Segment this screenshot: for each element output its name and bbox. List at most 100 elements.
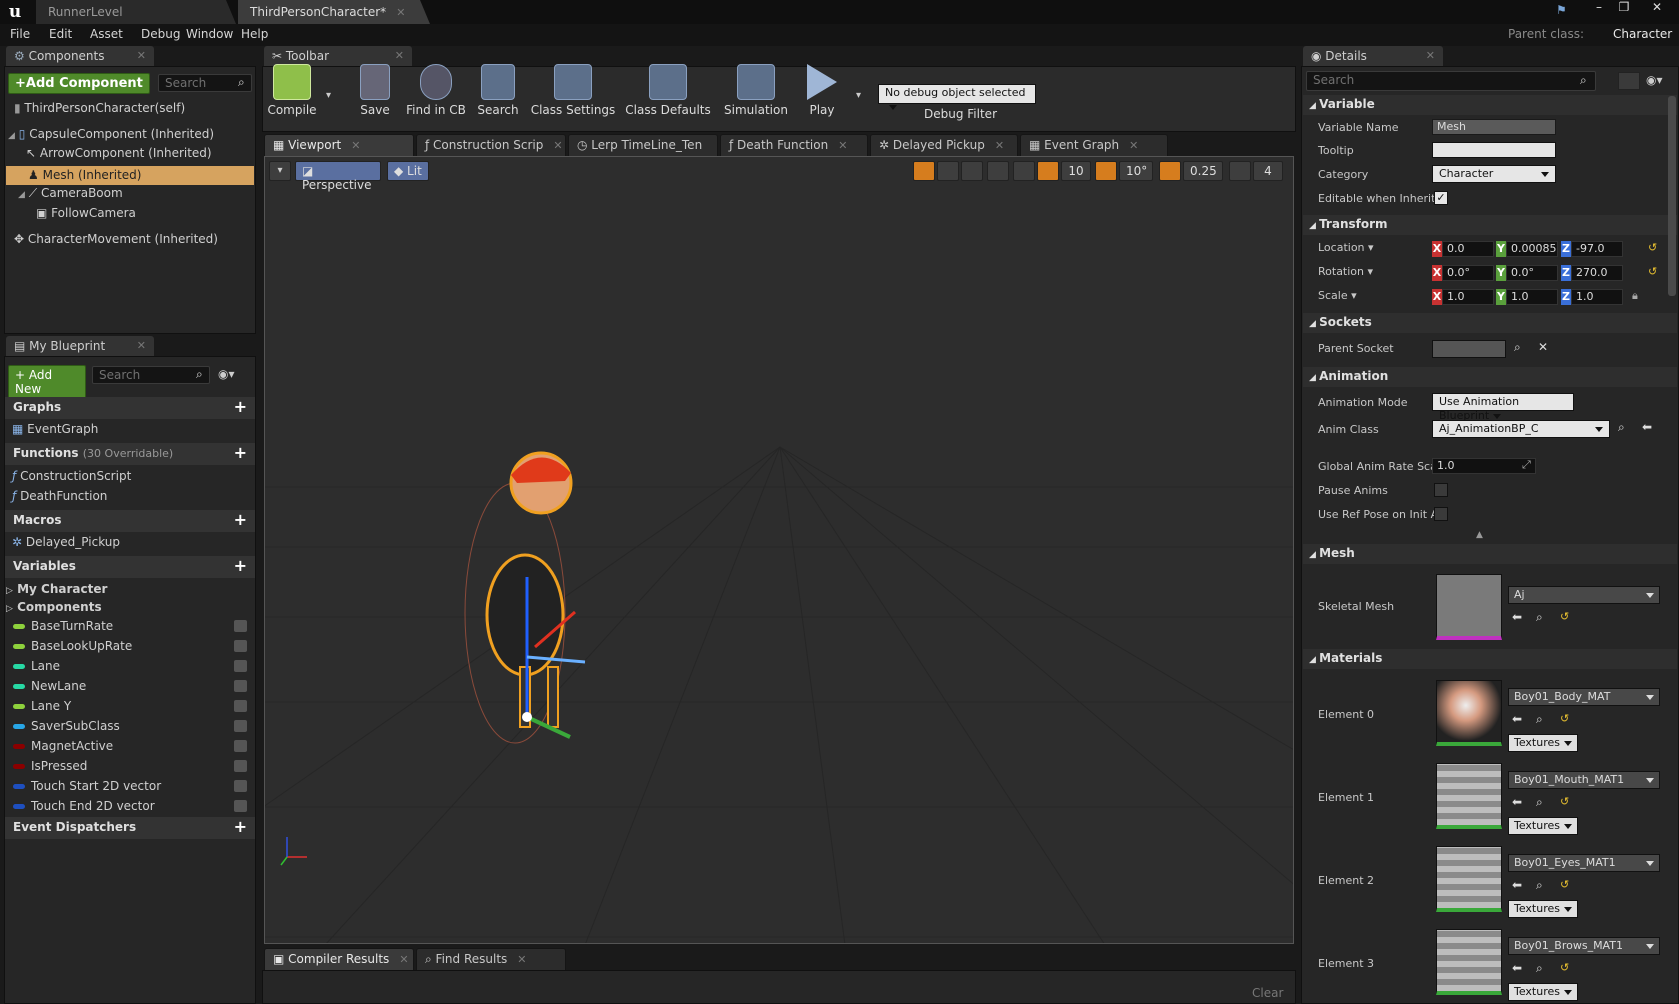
global-anim-rate-field[interactable]: 1.0 xyxy=(1432,458,1536,474)
compile-button[interactable]: Compile xyxy=(264,64,320,122)
variable-item[interactable]: Lane xyxy=(13,656,253,676)
tree-item-followcamera[interactable]: ▣ FollowCamera xyxy=(36,206,136,220)
camera-speed-value[interactable]: 4 xyxy=(1253,161,1283,181)
add-function-icon[interactable]: + xyxy=(234,445,247,461)
reset-rotation-icon[interactable]: ↺ xyxy=(1648,265,1657,278)
search-icon[interactable]: ⌕ xyxy=(1536,712,1543,727)
pause-anims-checkbox[interactable] xyxy=(1434,483,1448,497)
visibility-eye-icon[interactable] xyxy=(234,640,247,652)
class-settings-button[interactable]: Class Settings xyxy=(530,64,616,122)
tab-death-function[interactable]: ƒ Death Function ✕ xyxy=(720,134,868,156)
save-button[interactable]: Save xyxy=(350,64,400,122)
tree-item-capsule[interactable]: ◢ ▯ CapsuleComponent (Inherited) xyxy=(8,127,214,141)
scale-snap-value[interactable]: 0.25 xyxy=(1183,161,1223,181)
grid-snap-icon[interactable] xyxy=(1037,161,1059,181)
grid-snap-value[interactable]: 10 xyxy=(1061,161,1091,181)
tree-item-mesh[interactable]: ♟ Mesh (Inherited) xyxy=(6,166,254,185)
skeletal-mesh-thumbnail[interactable] xyxy=(1436,574,1502,640)
rotation-snap-icon[interactable] xyxy=(1095,161,1117,181)
textures-dropdown[interactable]: Textures xyxy=(1508,734,1578,752)
visibility-eye-icon[interactable] xyxy=(234,800,247,812)
rotation-x-field[interactable]: 0.0° xyxy=(1442,265,1494,281)
expand-icon[interactable]: ▷ xyxy=(6,604,13,614)
function-item-deathfunction[interactable]: ƒ DeathFunction xyxy=(12,489,107,503)
material-select[interactable]: Boy01_Body_MAT xyxy=(1508,688,1660,706)
reset-icon[interactable]: ↺ xyxy=(1560,961,1569,974)
tab-viewport[interactable]: ▦ Viewport ✕ xyxy=(264,134,414,156)
lock-icon[interactable]: 🔒︎ xyxy=(1632,289,1638,303)
search-icon[interactable]: ⌕ xyxy=(1536,795,1543,810)
use-selected-arrow-icon[interactable]: ⬅ xyxy=(1512,712,1522,726)
variable-item[interactable]: Touch Start 2D vector xyxy=(13,776,253,796)
parent-class-value[interactable]: Character xyxy=(1613,27,1672,41)
search-icon[interactable]: ⌕ xyxy=(1536,961,1543,976)
parent-socket-field[interactable] xyxy=(1432,340,1506,358)
textures-dropdown[interactable]: Textures xyxy=(1508,983,1578,1001)
close-icon[interactable]: ✕ xyxy=(995,139,1004,152)
visibility-eye-icon[interactable] xyxy=(234,680,247,692)
rotation-snap-value[interactable]: 10° xyxy=(1119,161,1153,181)
visibility-eye-icon[interactable] xyxy=(234,760,247,772)
viewport-options-chevron-icon[interactable]: ▾ xyxy=(269,161,291,181)
collapse-advanced-icon[interactable]: ▲ xyxy=(1476,530,1483,540)
add-dispatcher-icon[interactable]: + xyxy=(234,819,247,835)
use-selected-arrow-icon[interactable]: ⬅ xyxy=(1512,961,1522,975)
camera-speed-icon[interactable] xyxy=(1229,161,1251,181)
menu-edit[interactable]: Edit xyxy=(49,27,72,41)
simulation-button[interactable]: Simulation xyxy=(720,64,792,122)
material-select[interactable]: Boy01_Eyes_MAT1 xyxy=(1508,854,1660,872)
close-icon[interactable]: ✕ xyxy=(1426,49,1435,62)
tab-event-graph[interactable]: ▦ Event Graph ✕ xyxy=(1020,134,1168,156)
mesh-section[interactable]: ◢ Mesh xyxy=(1303,544,1677,564)
variables-section[interactable]: Variables + xyxy=(5,556,255,578)
play-options-chevron-icon[interactable]: ▾ xyxy=(856,90,861,101)
slider-drag-icon[interactable]: ⤢ xyxy=(1522,458,1531,472)
add-variable-icon[interactable]: + xyxy=(234,558,247,574)
close-icon[interactable]: ✕ xyxy=(396,6,405,19)
close-icon[interactable]: ✕ xyxy=(395,49,404,62)
variable-section[interactable]: ◢ Variable xyxy=(1303,95,1677,115)
menu-help[interactable]: Help xyxy=(241,27,268,41)
search-icon[interactable]: ⌕ xyxy=(1514,340,1521,355)
textures-dropdown[interactable]: Textures xyxy=(1508,900,1578,918)
search-icon[interactable]: ⌕ xyxy=(1536,878,1543,893)
macros-section[interactable]: Macros + xyxy=(5,510,255,532)
tab-construction-script[interactable]: ƒ Construction Scrip ✕ xyxy=(416,134,566,156)
details-search-input[interactable]: Search xyxy=(1306,71,1596,91)
skeletal-mesh-select[interactable]: Aj xyxy=(1508,586,1660,604)
expand-icon[interactable]: ▷ xyxy=(6,586,13,596)
reset-icon[interactable]: ↺ xyxy=(1560,712,1569,725)
menu-window[interactable]: Window xyxy=(186,27,233,41)
rotation-label[interactable]: Rotation ▾ xyxy=(1318,265,1373,278)
variable-item[interactable]: Lane Y xyxy=(13,696,253,716)
var-group-my-character[interactable]: ▷ My Character xyxy=(6,582,107,596)
debug-object-select[interactable]: No debug object selected xyxy=(878,84,1036,110)
rotation-y-field[interactable]: 0.0° xyxy=(1506,265,1558,281)
rotate-icon[interactable] xyxy=(937,161,959,181)
property-matrix-icon[interactable] xyxy=(1618,72,1640,90)
eye-icon[interactable]: ◉▾ xyxy=(218,367,235,381)
search-icon[interactable]: ⌕ xyxy=(1618,420,1625,435)
translate-icon[interactable] xyxy=(913,161,935,181)
editable-inherited-checkbox[interactable]: ✓ xyxy=(1434,191,1448,205)
close-icon[interactable]: ✕ xyxy=(137,49,146,62)
add-macro-icon[interactable]: + xyxy=(234,512,247,528)
function-item-constructionscript[interactable]: ƒ ConstructionScript xyxy=(12,469,131,483)
sockets-section[interactable]: ◢ Sockets xyxy=(1303,313,1677,333)
add-component-button[interactable]: +Add Component xyxy=(8,73,150,94)
minimize-button[interactable]: – xyxy=(1587,0,1611,16)
variable-item[interactable]: SaverSubClass xyxy=(13,716,253,736)
close-icon[interactable]: ✕ xyxy=(517,953,526,966)
location-label[interactable]: Location ▾ xyxy=(1318,241,1374,254)
world-local-icon[interactable] xyxy=(987,161,1009,181)
details-scrollbar[interactable] xyxy=(1668,96,1676,296)
material-thumbnail[interactable] xyxy=(1436,929,1502,995)
tab-components[interactable]: ⚙ Components ✕ xyxy=(6,46,154,66)
animation-section[interactable]: ◢ Animation xyxy=(1303,367,1677,387)
variable-name-field[interactable]: Mesh xyxy=(1432,119,1556,135)
tab-find-results[interactable]: ⌕ Find Results ✕ xyxy=(416,948,566,970)
reset-icon[interactable]: ↺ xyxy=(1560,610,1569,623)
tree-item-self[interactable]: ▮ ThirdPersonCharacter(self) xyxy=(14,101,185,115)
scale-z-field[interactable]: 1.0 xyxy=(1571,289,1623,305)
tab-lerp-timeline[interactable]: ◷ Lerp TimeLine_Ten xyxy=(568,134,718,156)
